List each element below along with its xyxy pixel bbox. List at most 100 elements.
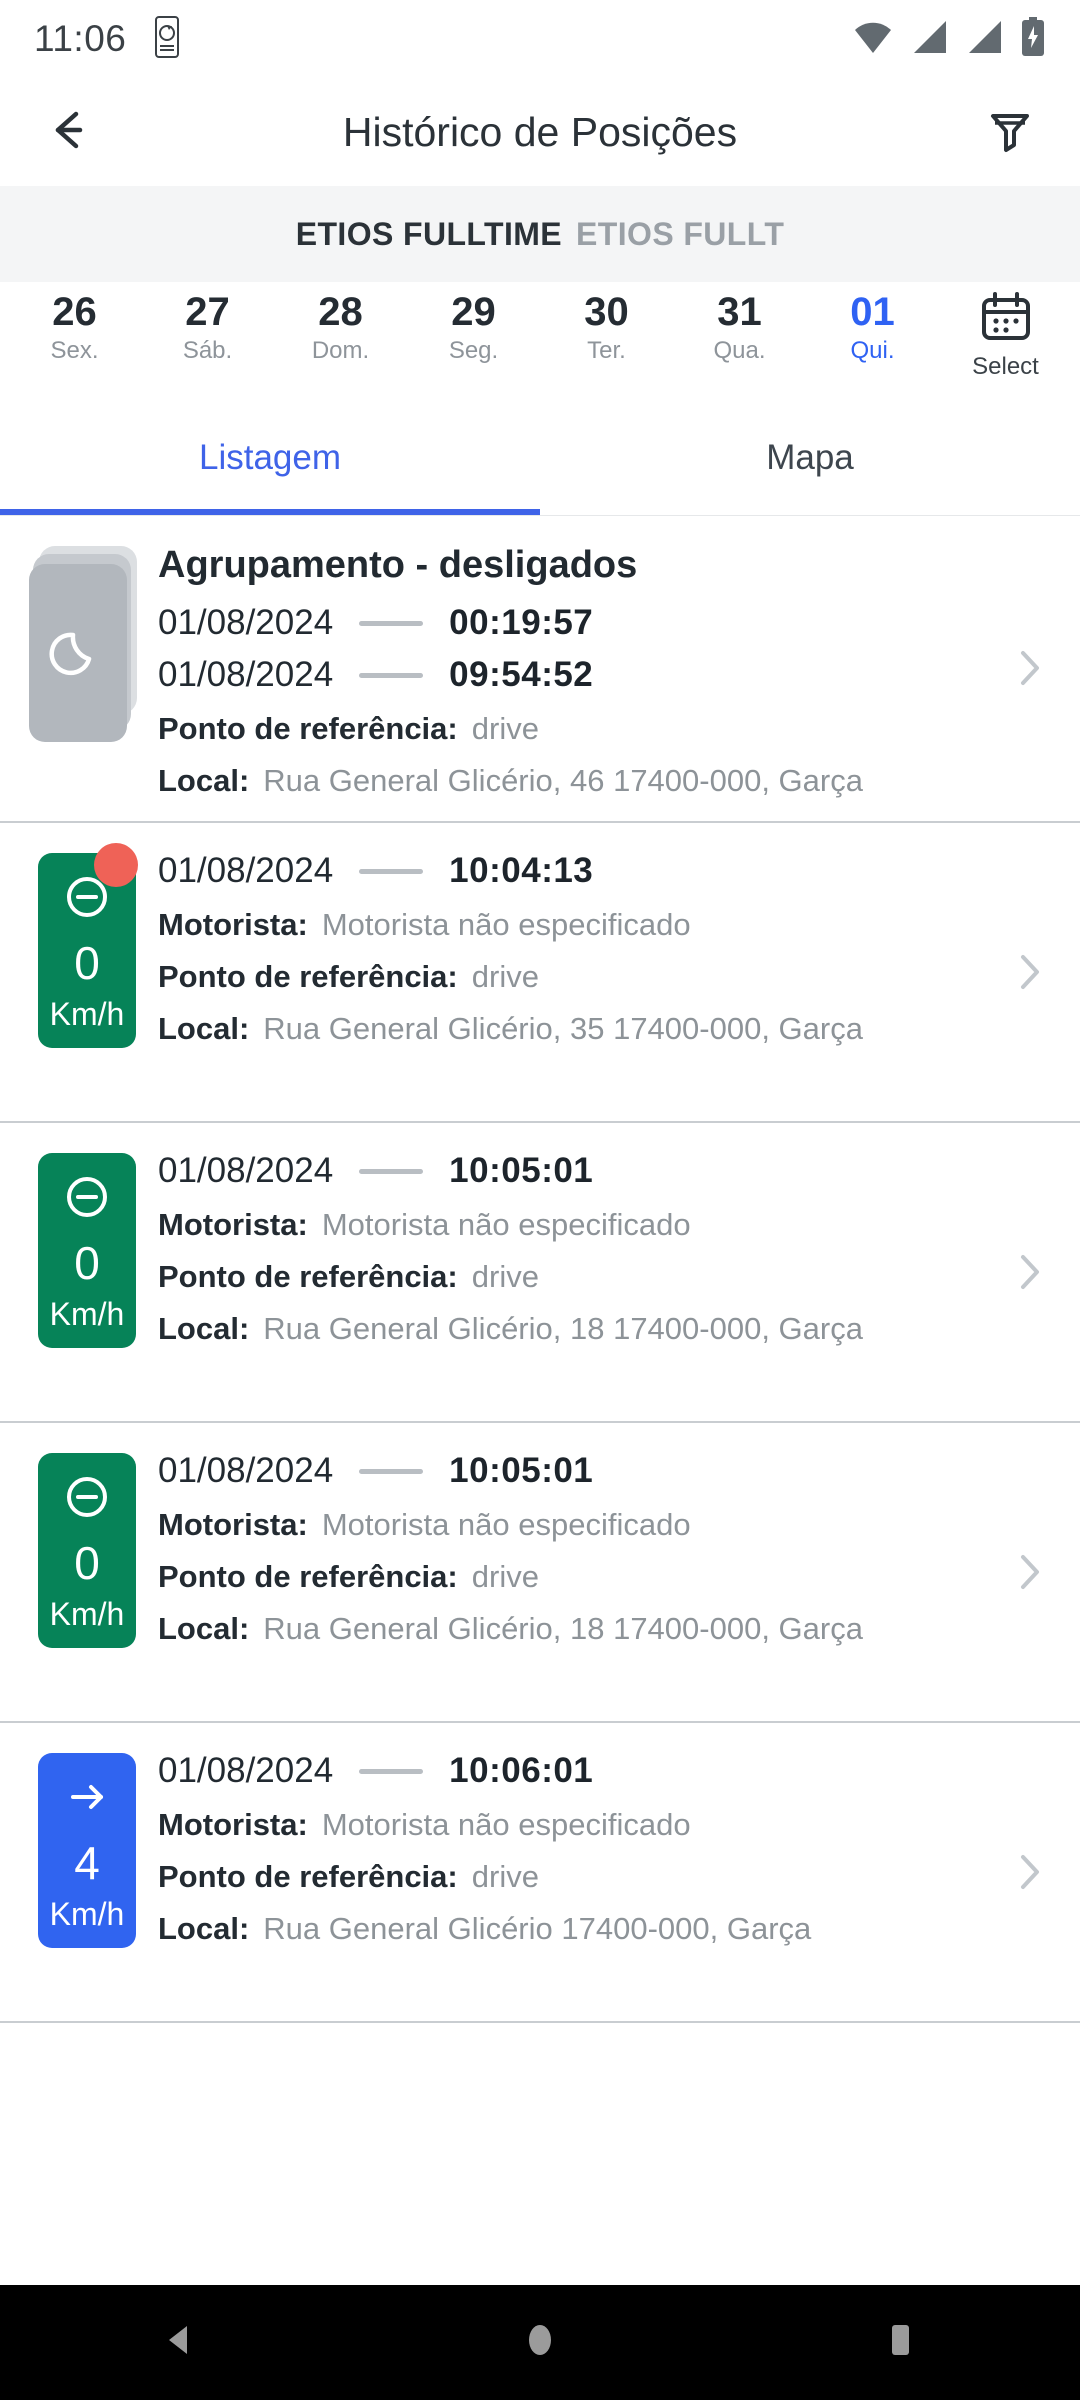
timestamp-row: 01/08/2024 10:05:01 xyxy=(158,1451,984,1491)
speed-value: 0 xyxy=(74,1537,100,1589)
reference-point-value: drive xyxy=(471,959,539,994)
page-title: Histórico de Posições xyxy=(342,108,738,155)
date-picker-label: Select xyxy=(972,353,1039,380)
location-row: Local: Rua General Glicério, 18 17400-00… xyxy=(158,1611,984,1647)
filter-button[interactable] xyxy=(978,100,1042,164)
timestamp-date: 01/08/2024 xyxy=(158,1751,334,1790)
date-picker-button[interactable]: Select xyxy=(939,282,1072,382)
list-item-chevron[interactable] xyxy=(994,949,1064,1000)
date-cell-30[interactable]: 30 Ter. xyxy=(540,282,673,366)
location-label: Local: xyxy=(158,1611,250,1646)
driver-label: Motorista: xyxy=(158,1207,308,1242)
group-stack-icon xyxy=(29,546,145,742)
driver-row: Motorista: Motorista não especificado xyxy=(158,1207,984,1243)
nav-recents-button[interactable] xyxy=(840,2285,960,2400)
date-weekday: Seg. xyxy=(448,336,499,364)
reference-point-label: Ponto de referência: xyxy=(158,959,458,994)
list-item[interactable]: 0 Km/h 01/08/2024 10:05:01 Motorista: Mo… xyxy=(0,1423,1080,1723)
driver-label: Motorista: xyxy=(158,907,308,942)
vehicle-selector-bar[interactable]: ETIOS FULLTIME ETIOS FULLT xyxy=(0,186,1080,282)
location-label: Local: xyxy=(158,1311,250,1346)
list-item-chevron[interactable] xyxy=(994,1249,1064,1300)
location-label: Local: xyxy=(158,763,250,798)
date-weekday: Sáb. xyxy=(182,336,233,364)
date-cell-27[interactable]: 27 Sáb. xyxy=(141,282,274,366)
timestamp-time: 10:05:01 xyxy=(449,1451,594,1490)
list-item[interactable]: 0 Km/h 01/08/2024 10:04:13 Motorista: Mo… xyxy=(0,823,1080,1123)
date-number: 01 xyxy=(850,290,895,334)
timestamp-time: 10:06:01 xyxy=(449,1751,594,1790)
location-row: Local: Rua General Glicério, 46 17400-00… xyxy=(158,763,984,799)
driver-row: Motorista: Motorista não especificado xyxy=(158,1807,984,1843)
speed-badge: 0 Km/h xyxy=(38,1453,136,1648)
speed-unit: Km/h xyxy=(49,1896,125,1932)
timestamp-date: 01/08/2024 xyxy=(158,851,334,890)
speed-badge: 0 Km/h xyxy=(38,1153,136,1348)
reference-point-row: Ponto de referência: drive xyxy=(158,1859,984,1895)
date-weekday: Ter. xyxy=(587,336,626,364)
date-weekday: Dom. xyxy=(311,336,370,364)
back-button[interactable] xyxy=(38,100,102,164)
location-row: Local: Rua General Glicério 17400-000, G… xyxy=(158,1911,984,1947)
list-item-leading: 0 Km/h xyxy=(16,843,158,1048)
timestamp-separator xyxy=(359,1768,424,1774)
tab-listagem[interactable]: Listagem xyxy=(0,400,540,515)
list-item-chevron[interactable] xyxy=(994,1549,1064,1600)
reference-point-label: Ponto de referência: xyxy=(158,1859,458,1894)
driver-label: Motorista: xyxy=(158,1807,308,1842)
timestamp-separator xyxy=(359,1468,424,1474)
location-label: Local: xyxy=(158,1911,250,1946)
list-item[interactable]: Agrupamento - desligados 01/08/2024 00:1… xyxy=(0,516,1080,823)
nav-back-button[interactable] xyxy=(120,2285,240,2400)
reference-point-row: Ponto de referência: drive xyxy=(158,959,984,995)
date-weekday: Qua. xyxy=(713,336,766,364)
reference-point-label: Ponto de referência: xyxy=(158,1259,458,1294)
list-item[interactable]: 4 Km/h 01/08/2024 10:06:01 Motorista: Mo… xyxy=(0,1723,1080,2023)
date-cell-28[interactable]: 28 Dom. xyxy=(274,282,407,366)
position-history-list[interactable]: Agrupamento - desligados 01/08/2024 00:1… xyxy=(0,516,1080,2285)
list-item-leading: 4 Km/h xyxy=(16,1749,158,1948)
timestamp-date: 01/08/2024 xyxy=(158,1151,334,1190)
reference-point-value: drive xyxy=(471,1559,539,1594)
speed-value: 0 xyxy=(74,937,100,989)
timestamp-time: 09:54:52 xyxy=(449,655,594,694)
date-number: 31 xyxy=(717,290,762,334)
chevron-right-icon xyxy=(1006,1849,1052,1900)
tab-active-indicator xyxy=(0,509,540,515)
circle-minus-icon xyxy=(61,1471,113,1528)
timestamp-date: 01/08/2024 xyxy=(158,655,334,694)
date-cell-26[interactable]: 26 Sex. xyxy=(8,282,141,366)
list-item-chevron[interactable] xyxy=(994,1849,1064,1900)
speed-unit: Km/h xyxy=(49,1296,125,1332)
date-cell-31[interactable]: 31 Qua. xyxy=(673,282,806,366)
location-value: Rua General Glicério, 35 17400-000, Garç… xyxy=(263,1011,863,1046)
timestamp-time: 10:04:13 xyxy=(449,851,594,890)
timestamp-time: 10:05:01 xyxy=(449,1151,594,1190)
date-cell-29[interactable]: 29 Seg. xyxy=(407,282,540,366)
list-item[interactable]: 0 Km/h 01/08/2024 10:05:01 Motorista: Mo… xyxy=(0,1123,1080,1423)
timestamp-row: 01/08/2024 10:05:01 xyxy=(158,1151,984,1191)
chevron-right-icon xyxy=(1006,1249,1052,1300)
reference-point-row: Ponto de referência: drive xyxy=(158,1259,984,1295)
reference-point-value: drive xyxy=(471,711,539,746)
date-number: 26 xyxy=(52,290,97,334)
list-item-body: 01/08/2024 10:05:01 Motorista: Motorista… xyxy=(158,1449,994,1647)
tab-mapa[interactable]: Mapa xyxy=(540,400,1080,515)
reference-point-label: Ponto de referência: xyxy=(158,711,458,746)
date-weekday: Sex. xyxy=(50,336,99,364)
location-value: Rua General Glicério 17400-000, Garça xyxy=(263,1911,812,1946)
date-strip: 26 Sex. 27 Sáb. 28 Dom. 29 Seg. 30 Ter. … xyxy=(0,282,1080,400)
status-bar: 11:06 xyxy=(0,0,1080,78)
timestamp-row: 01/08/2024 10:04:13 xyxy=(158,851,984,891)
phone-screen: 11:06 Histórico de Posições ETIOS FULLTI… xyxy=(0,0,1080,2400)
chevron-right-icon xyxy=(1006,645,1052,696)
nav-home-button[interactable] xyxy=(480,2285,600,2400)
speed-value: 4 xyxy=(74,1837,100,1889)
status-bar-clock: 11:06 xyxy=(34,18,127,59)
driver-row: Motorista: Motorista não especificado xyxy=(158,1507,984,1543)
list-item-leading: 0 Km/h xyxy=(16,1449,158,1648)
date-number: 27 xyxy=(185,290,230,334)
date-cell-01-selected[interactable]: 01 Qui. xyxy=(806,282,939,366)
list-item-chevron[interactable] xyxy=(994,645,1064,696)
location-row: Local: Rua General Glicério, 18 17400-00… xyxy=(158,1311,984,1347)
